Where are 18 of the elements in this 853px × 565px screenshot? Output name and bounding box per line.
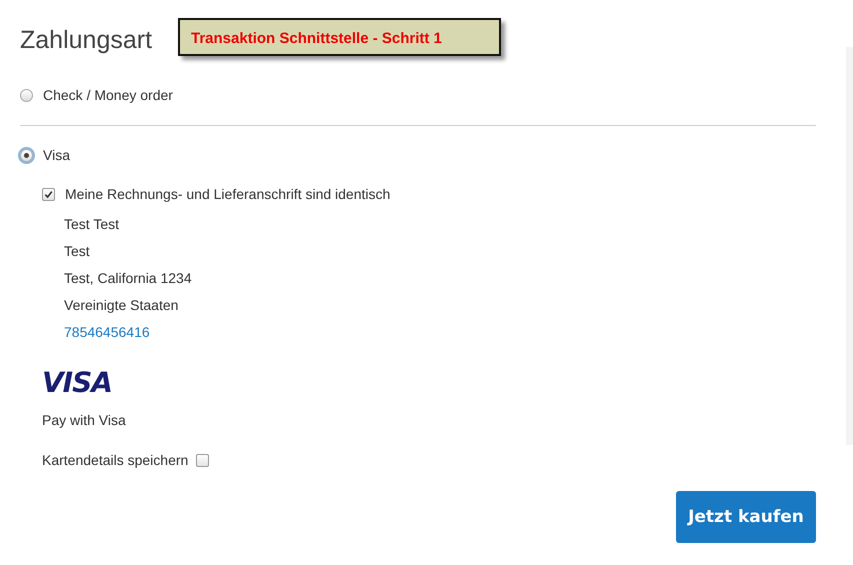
- payment-method-label: Visa: [43, 147, 70, 163]
- checkbox-label: Meine Rechnungs- und Lieferanschrift sind identisch: [65, 186, 390, 202]
- phone-link[interactable]: 78546456416: [64, 324, 150, 340]
- checkbox-label: Kartendetails speichern: [42, 452, 188, 468]
- checkbox[interactable]: [196, 454, 210, 466]
- address-line: Test, California 1234: [64, 269, 193, 288]
- section-title: Zahlungsart: [20, 25, 152, 56]
- radio-button[interactable]: [20, 88, 33, 102]
- card-logo: VISA: [42, 368, 112, 398]
- buy-button[interactable]: Jetzt kaufen: [676, 491, 816, 543]
- checkbox[interactable]: [42, 188, 55, 200]
- callout-label: Transaktion Schnittstelle - Schritt 1: [178, 18, 501, 56]
- address-line: Test: [64, 242, 91, 261]
- address-line: Vereinigte Staaten: [64, 296, 180, 315]
- address-line: Test Test: [64, 215, 120, 234]
- payment-method-label: Check / Money order: [43, 87, 173, 103]
- radio-button[interactable]: [20, 148, 33, 162]
- payment-note: Pay with Visa: [42, 411, 127, 430]
